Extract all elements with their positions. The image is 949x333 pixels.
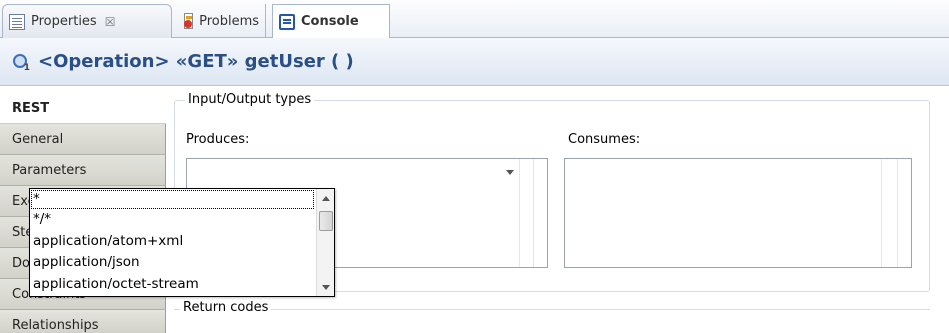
column-divider	[881, 159, 882, 267]
produces-label: Produces:	[186, 132, 250, 147]
tab-problems[interactable]: Problems	[178, 4, 266, 38]
sidebar-item-label: General	[12, 131, 64, 147]
scroll-thumb[interactable]	[319, 211, 333, 231]
column-divider	[897, 159, 898, 267]
column-divider	[519, 159, 520, 267]
consumes-table[interactable]	[564, 158, 912, 268]
return-codes-title: Return codes	[180, 300, 272, 315]
sidebar-item-label: Relationships	[12, 318, 99, 333]
sidebar-item-label: REST	[12, 101, 50, 116]
consumes-label: Consumes:	[568, 132, 641, 147]
console-icon	[279, 13, 295, 30]
page-title: <Operation> «GET» getUser ( )	[38, 51, 354, 72]
scroll-up-icon[interactable]	[322, 196, 330, 201]
dropdown-option[interactable]: *	[31, 190, 314, 209]
dropdown-option[interactable]: application/octet-stream	[30, 274, 316, 296]
dropdown-list: * */* application/atom+xml application/j…	[30, 189, 316, 295]
problems-icon	[184, 13, 194, 29]
properties-icon	[9, 13, 25, 30]
dropdown-option[interactable]: application/atom+xml	[30, 231, 316, 253]
close-icon[interactable]: ☒	[105, 15, 116, 29]
sidebar-item-relationships[interactable]: Relationships	[0, 310, 166, 333]
dropdown-option[interactable]: */*	[30, 209, 316, 231]
operation-icon	[12, 53, 30, 73]
dropdown-scrollbar[interactable]	[316, 189, 334, 296]
sidebar-item-general[interactable]: General	[0, 124, 166, 155]
tab-console[interactable]: Console	[272, 4, 390, 39]
tab-properties-label: Properties	[31, 14, 97, 29]
media-type-dropdown[interactable]: * */* application/atom+xml application/j…	[29, 188, 335, 297]
chevron-down-icon[interactable]	[506, 170, 514, 175]
properties-header: <Operation> «GET» getUser ( )	[0, 38, 949, 86]
view-tab-bar: Properties ☒ Problems Console	[0, 0, 949, 39]
produces-combo[interactable]	[188, 160, 518, 188]
tab-properties[interactable]: Properties ☒	[2, 4, 172, 38]
group-title: Input/Output types	[185, 92, 315, 107]
dropdown-option[interactable]: application/json	[30, 252, 316, 274]
column-divider	[533, 159, 534, 267]
return-codes-divider	[174, 309, 930, 310]
sidebar-item-label: Parameters	[12, 162, 87, 178]
sidebar-item-parameters[interactable]: Parameters	[0, 155, 166, 186]
scroll-down-icon[interactable]	[322, 285, 330, 290]
tab-problems-label: Problems	[199, 13, 259, 29]
tab-console-label: Console	[301, 14, 359, 29]
sidebar-item-rest[interactable]: REST	[0, 86, 166, 124]
